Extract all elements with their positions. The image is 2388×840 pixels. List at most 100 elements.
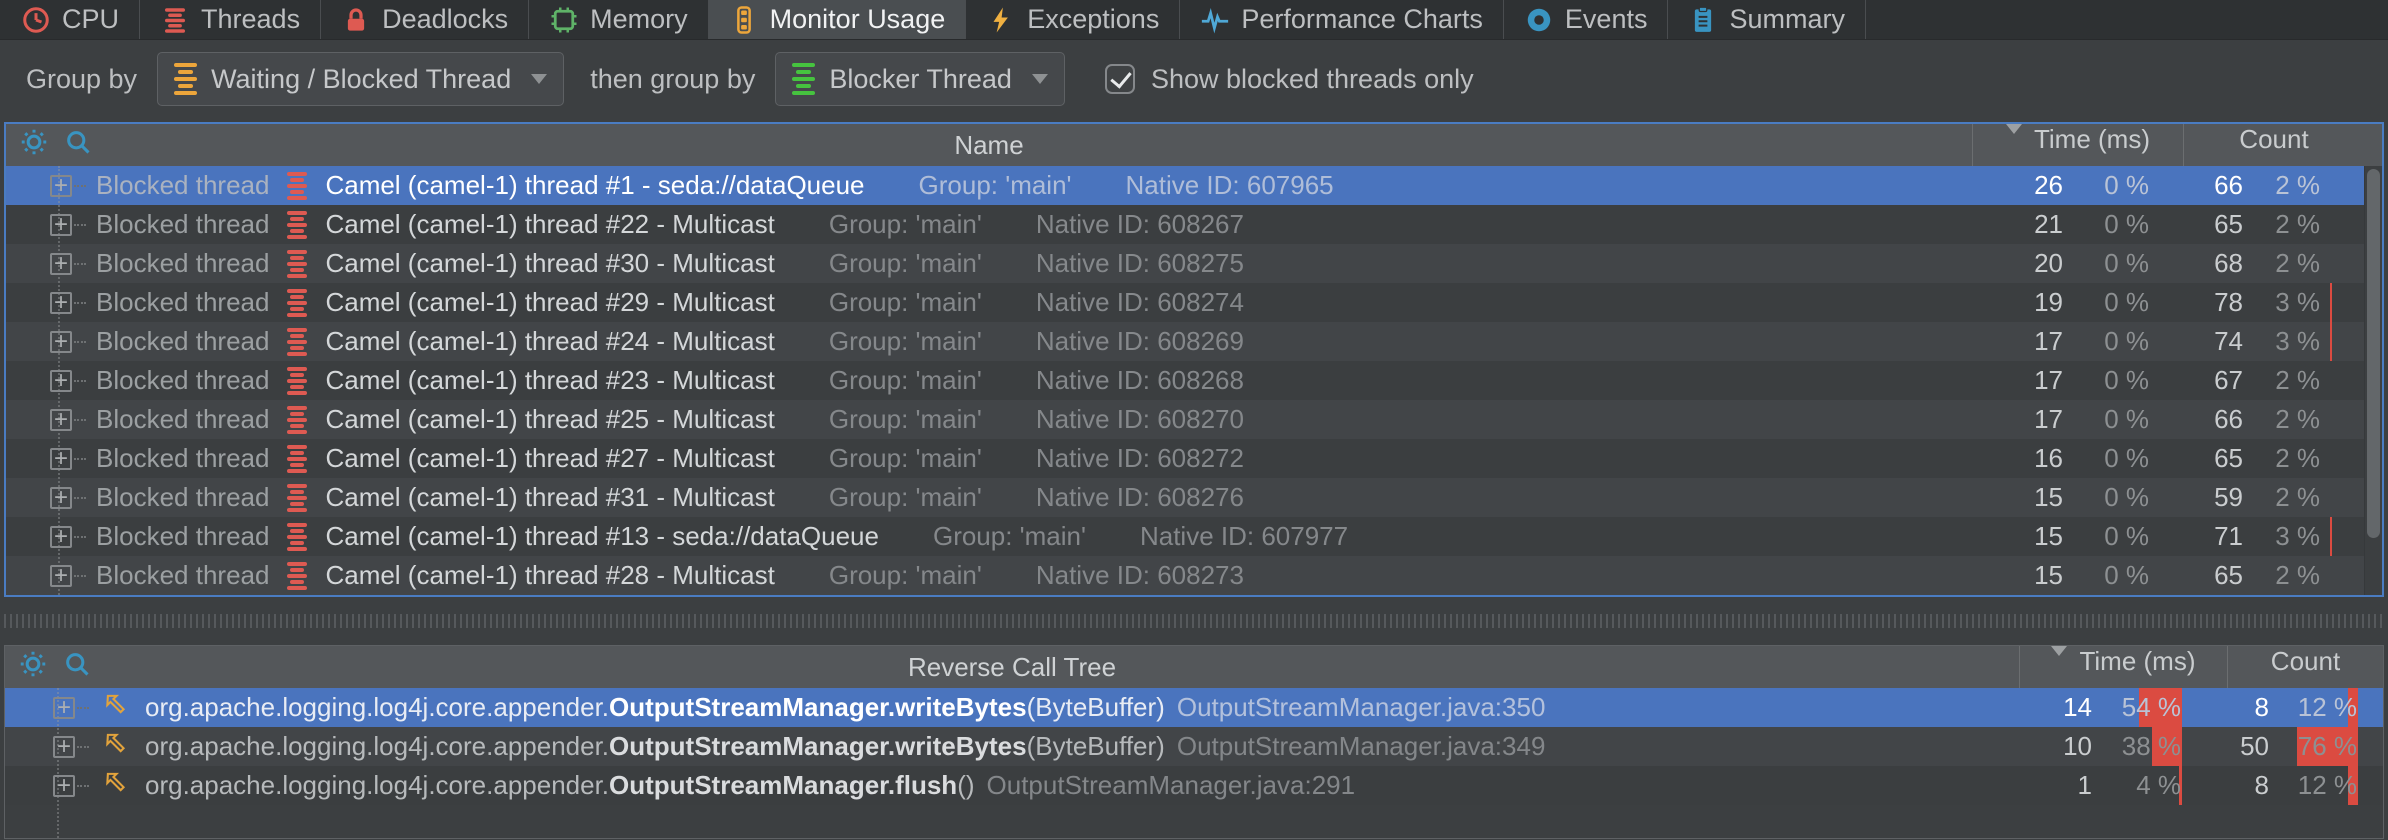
table-row-blocked-thread[interactable]: Blocked thread Camel (camel-1) thread #2… — [6, 361, 2364, 400]
expand-toggle[interactable] — [50, 526, 72, 548]
tab-deadlocks[interactable]: Deadlocks — [321, 0, 529, 39]
expand-toggle[interactable] — [50, 370, 72, 392]
tab-label: CPU — [62, 4, 119, 35]
table-row-call-site[interactable]: org.apache.logging.log4j.core.appender.O… — [5, 688, 2383, 727]
expand-toggle[interactable] — [50, 565, 72, 587]
thread-name: Camel (camel-1) thread #13 - seda://data… — [325, 521, 879, 552]
grouping-toolbar: Group by Waiting / Blocked Thread then g… — [0, 40, 2388, 118]
expand-toggle[interactable] — [50, 214, 72, 236]
table-row-blocked-thread[interactable]: Blocked thread Camel (camel-1) thread #3… — [6, 244, 2364, 283]
thread-name: Camel (camel-1) thread #1 - seda://dataQ… — [325, 170, 864, 201]
then-group-by-label: then group by — [590, 64, 755, 95]
tree-connector — [74, 458, 86, 460]
table-row-blocked-thread[interactable]: Blocked thread Camel (camel-1) thread #2… — [6, 322, 2364, 361]
expand-toggle[interactable] — [53, 736, 75, 758]
thread-native-id: Native ID: 608267 — [1036, 209, 1244, 240]
group-by-value: Waiting / Blocked Thread — [211, 64, 511, 95]
column-header-count[interactable]: Count — [2183, 124, 2364, 166]
search-icon[interactable] — [64, 128, 92, 163]
tab-events[interactable]: Events — [1504, 0, 1669, 39]
count-value: 71 — [2183, 517, 2257, 556]
time-value: 17 — [1972, 400, 2065, 439]
thread-status-label: Blocked thread — [96, 521, 269, 552]
thread-group: Group: 'main' — [919, 170, 1072, 201]
tab-cpu[interactable]: CPU — [0, 0, 140, 39]
column-header-time[interactable]: Time (ms) — [1972, 124, 2183, 166]
blocked-thread-state-icon — [287, 289, 307, 317]
count-percent: 2 % — [2275, 209, 2320, 240]
column-header-count[interactable]: Count — [2227, 646, 2383, 688]
column-header-call-tree[interactable]: Reverse Call Tree — [5, 646, 2019, 688]
profiler-window: CPU Threads Deadlocks Memory Monitor Usa… — [0, 0, 2388, 840]
count-percent: 12 % — [2298, 692, 2357, 723]
thread-group: Group: 'main' — [829, 443, 982, 474]
expand-toggle[interactable] — [53, 775, 75, 797]
checkbox-box[interactable] — [1105, 64, 1135, 94]
time-percent: 4 % — [2136, 770, 2181, 801]
count-value: 8 — [2227, 688, 2269, 727]
tab-summary[interactable]: Summary — [1668, 0, 1866, 39]
tree-connector — [74, 380, 86, 382]
blocked-thread-state-icon — [287, 211, 307, 239]
search-icon[interactable] — [63, 650, 91, 685]
tab-label: Exceptions — [1027, 4, 1159, 35]
tab-monitor-usage[interactable]: Monitor Usage — [709, 0, 967, 39]
time-percent: 0 % — [2104, 365, 2149, 396]
expand-toggle[interactable] — [50, 487, 72, 509]
expand-toggle[interactable] — [50, 175, 72, 197]
table-row-blocked-thread[interactable]: Blocked thread Camel (camel-1) thread #2… — [6, 556, 2364, 595]
expand-toggle[interactable] — [50, 448, 72, 470]
thread-status-label: Blocked thread — [96, 248, 269, 279]
expand-toggle[interactable] — [53, 697, 75, 719]
checkbox-label: Show blocked threads only — [1151, 64, 1474, 95]
tree-connector — [74, 302, 86, 304]
time-percent: 0 % — [2104, 482, 2149, 513]
tab-memory[interactable]: Memory — [529, 0, 709, 39]
table-row-blocked-thread[interactable]: Blocked thread Camel (camel-1) thread #2… — [6, 283, 2364, 322]
tree-connector — [74, 497, 86, 499]
count-value: 65 — [2183, 439, 2257, 478]
thread-name: Camel (camel-1) thread #29 - Multicast — [325, 287, 774, 318]
scrollbar-thumb[interactable] — [2367, 169, 2380, 538]
table-row-blocked-thread[interactable]: Blocked thread Camel (camel-1) thread #2… — [6, 205, 2364, 244]
table-row-blocked-thread[interactable]: Blocked thread Camel (camel-1) thread #1… — [6, 166, 2364, 205]
panel-splitter[interactable] — [4, 599, 2384, 643]
thread-name: Camel (camel-1) thread #28 - Multicast — [325, 560, 774, 591]
thread-native-id: Native ID: 608269 — [1036, 326, 1244, 357]
table-row-blocked-thread[interactable]: Blocked thread Camel (camel-1) thread #1… — [6, 517, 2364, 556]
table-row-call-site[interactable]: org.apache.logging.log4j.core.appender.O… — [5, 727, 2383, 766]
expand-toggle[interactable] — [50, 253, 72, 275]
table-row-call-site[interactable]: org.apache.logging.log4j.core.appender.O… — [5, 766, 2383, 805]
table-row-blocked-thread[interactable]: Blocked thread Camel (camel-1) thread #3… — [6, 478, 2364, 517]
tab-exceptions[interactable]: Exceptions — [966, 0, 1180, 39]
then-group-by-dropdown[interactable]: Blocker Thread — [775, 52, 1065, 106]
expand-toggle[interactable] — [50, 292, 72, 314]
thread-status-label: Blocked thread — [96, 209, 269, 240]
group-by-dropdown[interactable]: Waiting / Blocked Thread — [157, 52, 564, 106]
column-header-name[interactable]: Name — [6, 124, 1972, 166]
chevron-down-icon — [531, 74, 547, 84]
expand-toggle[interactable] — [50, 331, 72, 353]
expand-toggle[interactable] — [50, 409, 72, 431]
time-value: 26 — [1972, 166, 2065, 205]
count-value: 65 — [2183, 556, 2257, 595]
thread-status-label: Blocked thread — [96, 287, 269, 318]
thread-group: Group: 'main' — [933, 521, 1086, 552]
count-percent: 2 % — [2275, 248, 2320, 279]
table-row-blocked-thread[interactable]: Blocked thread Camel (camel-1) thread #2… — [6, 439, 2364, 478]
table-row-blocked-thread[interactable]: Blocked thread Camel (camel-1) thread #2… — [6, 400, 2364, 439]
threads-table-header: Name Time (ms) Count — [6, 124, 2382, 166]
thread-status-label: Blocked thread — [96, 482, 269, 513]
column-header-time[interactable]: Time (ms) — [2019, 646, 2227, 688]
thread-native-id: Native ID: 608274 — [1036, 287, 1244, 318]
source-location: OutputStreamManager.java:349 — [1177, 731, 1546, 762]
lock-icon — [341, 5, 371, 35]
thread-status-label: Blocked thread — [96, 170, 269, 201]
show-blocked-threads-checkbox[interactable]: Show blocked threads only — [1105, 64, 1474, 95]
tab-threads[interactable]: Threads — [140, 0, 321, 39]
gear-icon[interactable] — [19, 650, 47, 685]
vertical-scrollbar[interactable] — [2364, 166, 2382, 595]
tab-performance-charts[interactable]: Performance Charts — [1180, 0, 1504, 39]
thread-status-label: Blocked thread — [96, 560, 269, 591]
gear-icon[interactable] — [20, 128, 48, 163]
